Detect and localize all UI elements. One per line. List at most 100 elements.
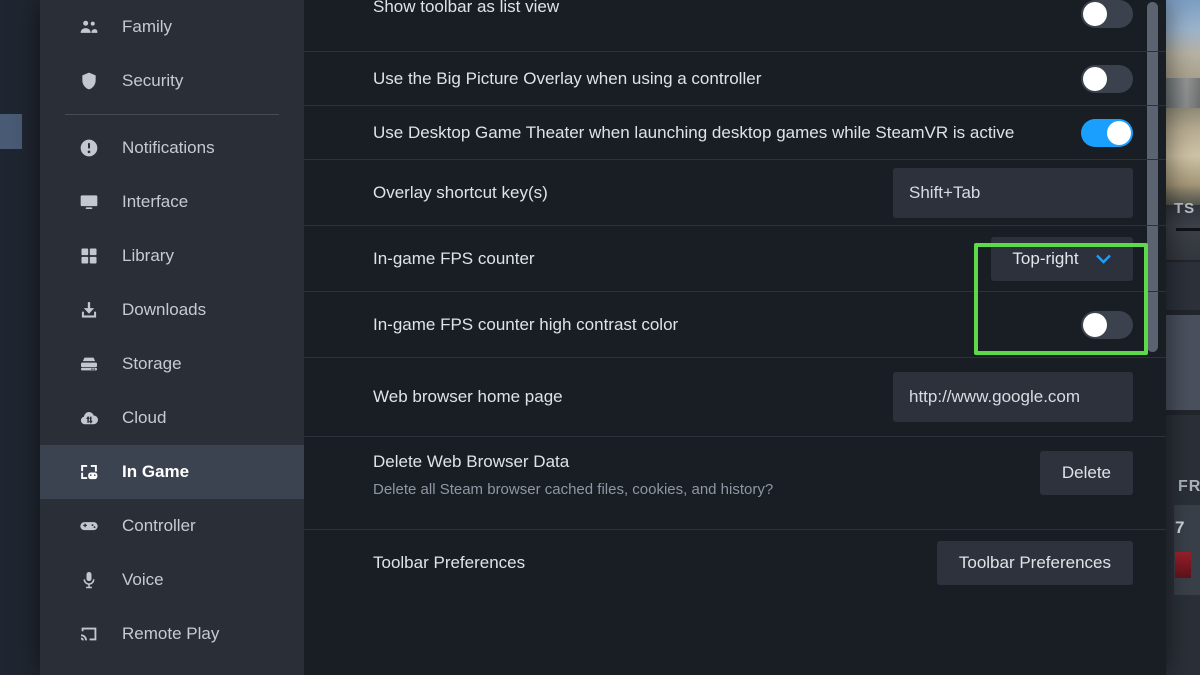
background-block-b [1166, 315, 1200, 410]
settings-row-label: In-game FPS counter [373, 248, 535, 268]
settings-row-label: Use Desktop Game Theater when launching … [373, 122, 1015, 142]
settings-row-delete-web-browser-data: Delete Web Browser Data Delete all Steam … [304, 437, 1166, 530]
background-left-strip [0, 0, 40, 675]
sidebar-item-label: Downloads [122, 300, 207, 319]
toggle-use-the-big-picture-overlay-when-using-a-controller[interactable] [1081, 64, 1133, 93]
settings-row-label: Show toolbar as list view [373, 0, 560, 16]
toggle-knob [1083, 312, 1107, 337]
background-block-a [1166, 262, 1200, 310]
sidebar-item-label: Controller [122, 516, 196, 535]
sidebar-item-controller[interactable]: Controller [40, 499, 304, 553]
background-hero-image [1166, 0, 1200, 205]
sidebar-item-label: In Game [122, 462, 190, 481]
input-overlay-shortcut-key-s[interactable]: Shift+Tab [893, 167, 1133, 218]
sidebar-item-label: Library [122, 246, 174, 265]
screen-root: TS FR 7 Family Security Notifications Inter… [0, 0, 1200, 675]
dropdown-selected-value: Top-right [1012, 248, 1079, 268]
sidebar-item-remote-play[interactable]: Remote Play [40, 607, 304, 661]
settings-row-label: Toolbar Preferences [373, 552, 526, 572]
sidebar-item-label: Security [122, 71, 184, 90]
settings-row-text: Toolbar Preferences [373, 552, 525, 573]
settings-sidebar[interactable]: Family Security Notifications Interface Libr… [40, 0, 304, 675]
shield-icon [78, 70, 100, 92]
toggle-in-game-fps-counter-high-contrast-color[interactable] [1081, 310, 1133, 339]
settings-row-text: Use Desktop Game Theater when launching … [373, 122, 1014, 143]
sidebar-item-downloads[interactable]: Downloads [40, 283, 304, 337]
settings-row-text: In-game FPS counter [373, 248, 535, 269]
sidebar-item-voice[interactable]: Voice [40, 553, 304, 607]
background-label-top: TS [1174, 200, 1196, 217]
sidebar-item-storage[interactable]: Storage [40, 337, 304, 391]
drive-icon [78, 353, 100, 375]
background-card-number: 7 [1175, 518, 1185, 537]
background-hero-fade [1166, 185, 1200, 260]
sidebar-item-in-game[interactable]: In Game [40, 445, 304, 499]
settings-row-label: Overlay shortcut key(s) [373, 182, 548, 202]
toggle-knob [1083, 66, 1107, 91]
gamepad-icon [78, 515, 100, 537]
background-rule [1176, 228, 1200, 231]
background-left-chip [0, 114, 22, 149]
settings-row-show-toolbar-as-list-view: Show toolbar as list view [304, 0, 1166, 52]
settings-content-panel[interactable]: Show toolbar as list view Use the Big Pic… [304, 0, 1166, 675]
button-label: Delete [1061, 463, 1111, 482]
grid-icon [78, 245, 100, 267]
button-delete-web-browser-data[interactable]: Delete [1039, 451, 1133, 495]
input-value: Shift+Tab [909, 182, 981, 202]
settings-row-text: Web browser home page [373, 386, 563, 407]
settings-row-label: Delete Web Browser Data [373, 452, 570, 471]
sidebar-item-label: Voice [122, 570, 164, 589]
sidebar-item-broadcast[interactable]: Broadcast [40, 661, 304, 675]
settings-row-text: Use the Big Picture Overlay when using a… [373, 68, 761, 89]
input-value: http://www.google.com [909, 387, 1081, 406]
settings-row-text: Overlay shortcut key(s) [373, 182, 548, 203]
sidebar-divider [65, 114, 279, 115]
sidebar-item-label: Notifications [122, 138, 215, 157]
toggle-use-desktop-game-theater-when-launching-desktop-games-while-steamvr-is-active[interactable] [1081, 118, 1133, 147]
cast-icon [78, 623, 100, 645]
toggle-knob [1107, 120, 1131, 145]
toggle-show-toolbar-as-list-view[interactable] [1081, 0, 1133, 28]
microphone-icon [78, 569, 100, 591]
settings-row-web-browser-home-page: Web browser home page http://www.google.c… [304, 358, 1166, 437]
settings-row-overlay-shortcut-key-s: Overlay shortcut key(s) Shift+Tab [304, 160, 1166, 226]
cloud-sync-icon [78, 407, 100, 429]
settings-row-text: Show toolbar as list view [373, 0, 559, 17]
sidebar-item-cloud[interactable]: Cloud [40, 391, 304, 445]
sidebar-item-label: Storage [122, 354, 182, 373]
sidebar-item-notifications[interactable]: Notifications [40, 121, 304, 175]
sidebar-item-interface[interactable]: Interface [40, 175, 304, 229]
sidebar-item-label: Cloud [122, 408, 167, 427]
toggle-knob [1083, 2, 1107, 26]
sidebar-item-label: Interface [122, 192, 189, 211]
settings-row-use-desktop-game-theater-when-launching-desktop-games-while-steamvr-is-active: Use Desktop Game Theater when launching … [304, 106, 1166, 160]
settings-dialog: Family Security Notifications Interface Libr… [40, 0, 1166, 675]
in-game-icon [78, 461, 100, 483]
button-toolbar-preferences[interactable]: Toolbar Preferences [936, 540, 1133, 585]
settings-row-label: Web browser home page [373, 387, 563, 407]
chevron-down-icon [1095, 253, 1112, 264]
sidebar-item-family[interactable]: Family [40, 0, 304, 54]
background-store-page: TS FR 7 [1166, 0, 1200, 675]
sidebar-item-label: Remote Play [122, 624, 220, 643]
sidebar-item-label: Family [122, 17, 173, 36]
sidebar-item-library[interactable]: Library [40, 229, 304, 283]
settings-row-in-game-fps-counter-high-contrast-color: In-game FPS counter high contrast color [304, 292, 1166, 358]
monitor-icon [78, 191, 100, 213]
family-icon [78, 16, 100, 38]
settings-row-description: Delete all Steam browser cached files, c… [373, 481, 774, 499]
download-icon [78, 299, 100, 321]
settings-row-text: In-game FPS counter high contrast color [373, 314, 678, 335]
background-card-thumbnail [1175, 552, 1191, 578]
settings-row-label: In-game FPS counter high contrast color [373, 314, 679, 334]
notifications-icon [78, 137, 100, 159]
settings-row-text: Delete Web Browser Data Delete all Steam … [373, 451, 773, 500]
settings-row-use-the-big-picture-overlay-when-using-a-controller: Use the Big Picture Overlay when using a… [304, 52, 1166, 106]
sidebar-item-security[interactable]: Security [40, 54, 304, 108]
settings-row-in-game-fps-counter: In-game FPS counter Top-right [304, 226, 1166, 292]
input-web-browser-home-page[interactable]: http://www.google.com [893, 372, 1133, 422]
settings-row-toolbar-preferences: Toolbar Preferences Toolbar Preferences [304, 530, 1166, 595]
dropdown-in-game-fps-counter[interactable]: Top-right [991, 236, 1133, 281]
background-label-bottom: FR [1178, 478, 1200, 495]
settings-row-label: Use the Big Picture Overlay when using a… [373, 68, 762, 88]
